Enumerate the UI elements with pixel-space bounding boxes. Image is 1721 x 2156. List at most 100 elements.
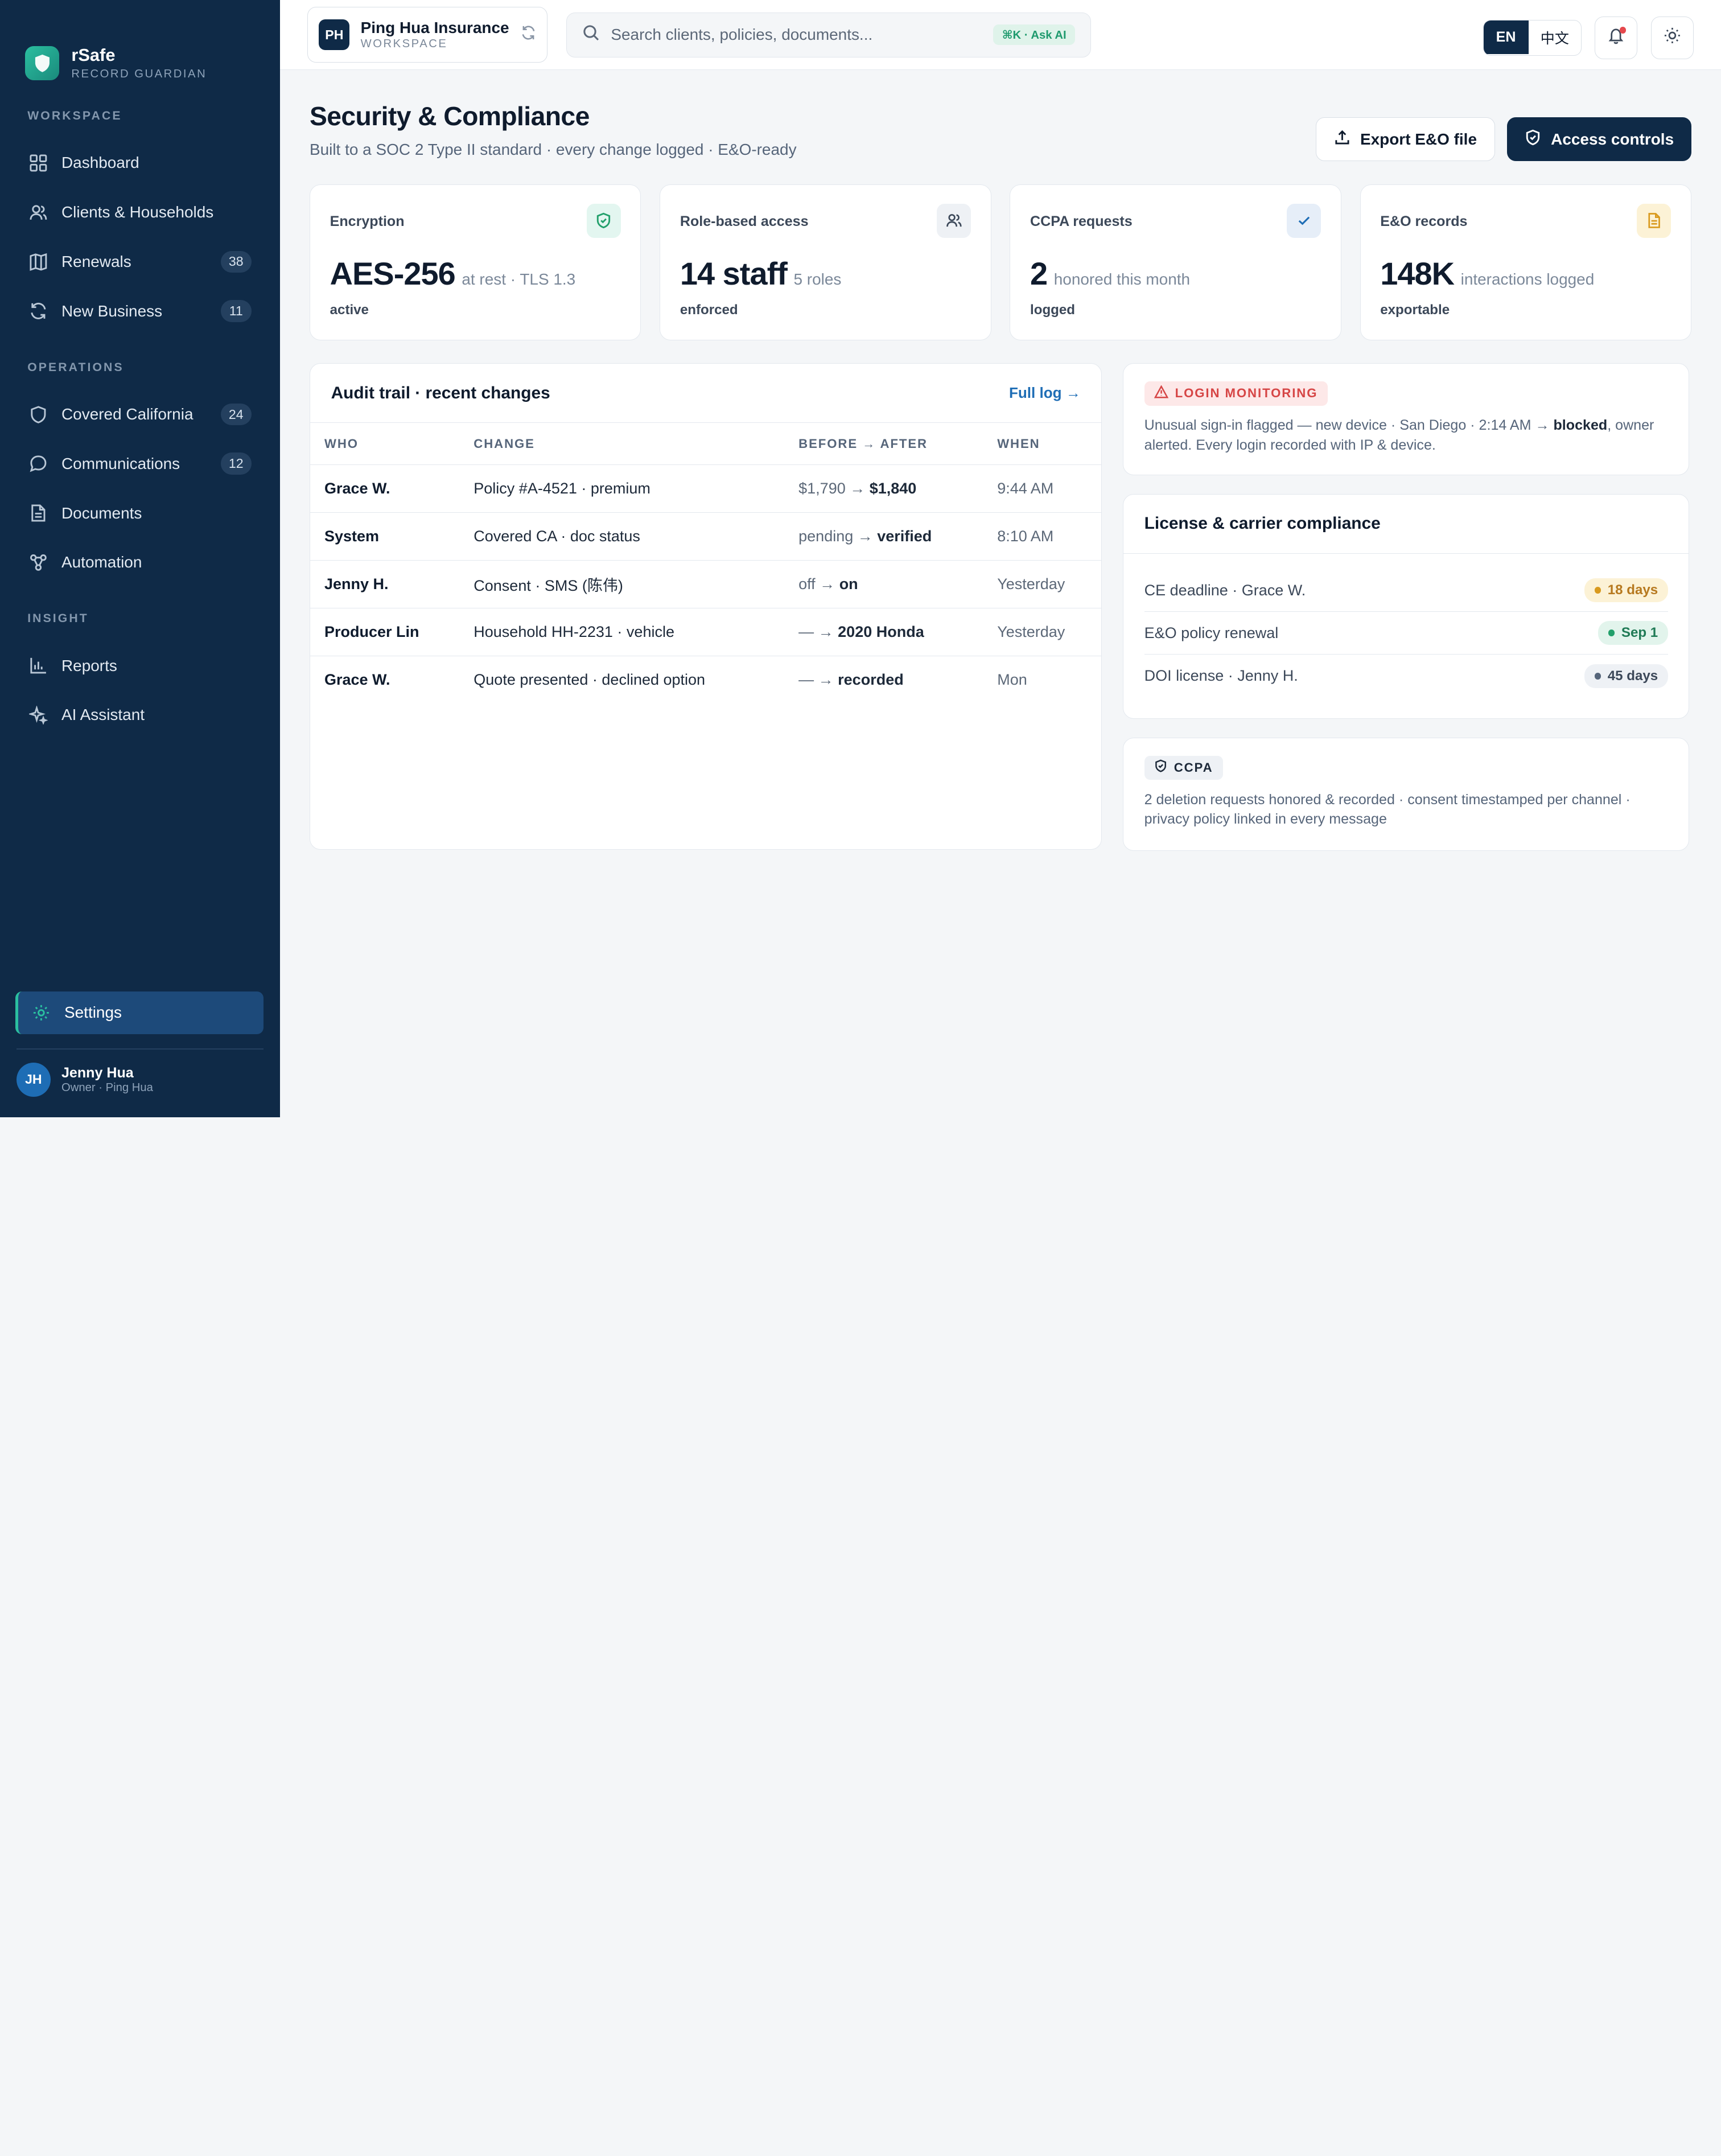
- list-item[interactable]: DOI license · Jenny H. 45 days: [1144, 655, 1668, 697]
- ask-ai-shortcut[interactable]: ⌘K · Ask AI: [993, 24, 1076, 46]
- sidebar-item-documents[interactable]: Documents: [0, 488, 280, 538]
- stat-unit: 5 roles: [793, 270, 842, 289]
- cell-when: Yesterday: [983, 608, 1102, 656]
- login-text-part: Unusual sign-in flagged — new device · S…: [1144, 417, 1554, 433]
- sidebar-item-ai-assistant[interactable]: AI Assistant: [0, 690, 280, 740]
- audit-table: WHO CHANGE BEFORE → AFTER WHEN Grace W. …: [310, 423, 1102, 703]
- map-icon: [28, 252, 48, 272]
- shield-logo-icon: [25, 46, 60, 80]
- column-header: WHEN: [983, 423, 1102, 466]
- status-badge: Sep 1: [1598, 621, 1668, 645]
- license-label: DOI license · Jenny H.: [1144, 667, 1298, 685]
- pill-label: LOGIN MONITORING: [1175, 386, 1318, 401]
- theme-toggle-button[interactable]: [1650, 16, 1694, 60]
- workspace-sub: WORKSPACE: [360, 38, 448, 51]
- brand[interactable]: rSafe RECORD GUARDIAN: [0, 0, 280, 97]
- shield-check-icon: [586, 203, 621, 238]
- shield-check-icon: [1154, 759, 1167, 776]
- stat-value: AES-256: [330, 256, 456, 292]
- search-input[interactable]: Search clients, policies, documents... ⌘…: [566, 12, 1092, 57]
- after-value: on: [839, 575, 858, 593]
- stat-unit: at rest · TLS 1.3: [462, 270, 576, 289]
- table-row[interactable]: Producer Lin Household HH-2231 · vehicle…: [310, 608, 1102, 656]
- workspace-switcher[interactable]: PH Ping Hua Insurance WORKSPACE: [307, 7, 548, 63]
- main-content: PH Ping Hua Insurance WORKSPACE Search c…: [279, 0, 1721, 1117]
- license-compliance-card: License & carrier compliance CE deadline…: [1123, 493, 1690, 719]
- ccpa-card: CCPA 2 deletion requests honored & recor…: [1123, 737, 1690, 851]
- status-dot: [1594, 587, 1601, 594]
- stat-value: 148K: [1380, 256, 1455, 292]
- workspace-badge: PH: [319, 19, 350, 51]
- column-header: WHO: [310, 423, 460, 466]
- lang-zh-button[interactable]: 中文: [1529, 20, 1582, 55]
- badge-text: 45 days: [1607, 668, 1658, 684]
- access-controls-button[interactable]: Access controls: [1507, 117, 1691, 162]
- sidebar-item-new-business[interactable]: New Business 11: [0, 286, 280, 336]
- login-text: Unusual sign-in flagged — new device · S…: [1144, 415, 1668, 455]
- login-monitoring-card: LOGIN MONITORING Unusual sign-in flagged…: [1123, 363, 1690, 476]
- license-title: License & carrier compliance: [1144, 514, 1381, 533]
- upload-icon: [1334, 129, 1351, 150]
- user-profile[interactable]: JH Jenny Hua Owner · Ping Hua: [16, 1062, 153, 1097]
- list-item[interactable]: E&O policy renewal Sep 1: [1144, 612, 1668, 655]
- pill-label: CCPA: [1174, 760, 1213, 775]
- table-row[interactable]: Grace W. Policy #A-4521 · premium $1,790…: [310, 464, 1102, 513]
- sidebar-item-label: Dashboard: [61, 154, 139, 172]
- sidebar-item-label: Communications: [61, 454, 180, 472]
- refresh-icon: [28, 301, 48, 321]
- check-icon: [1287, 203, 1321, 238]
- before-value: pending →: [798, 528, 878, 545]
- export-eo-button[interactable]: Export E&O file: [1315, 117, 1495, 162]
- after-value: 2020 Honda: [838, 623, 924, 640]
- stat-card-eo-records: E&O records 148K interactions logged exp…: [1360, 184, 1691, 340]
- cell-change: Covered CA · doc status: [459, 512, 785, 561]
- stat-label: E&O records: [1380, 213, 1468, 230]
- sidebar-item-renewals[interactable]: Renewals 38: [0, 237, 280, 287]
- sidebar-item-communications[interactable]: Communications 12: [0, 439, 280, 488]
- sidebar-item-label: Renewals: [61, 252, 131, 270]
- stat-label: Role-based access: [680, 213, 809, 230]
- language-toggle: EN 中文: [1483, 19, 1582, 56]
- sidebar-item-label: Settings: [64, 1003, 122, 1022]
- table-row[interactable]: System Covered CA · doc status pending →…: [310, 512, 1102, 561]
- sidebar-item-clients[interactable]: Clients & Households: [0, 188, 280, 237]
- sidebar-item-settings[interactable]: Settings: [15, 991, 263, 1034]
- divider: [16, 1048, 263, 1050]
- stat-status: enforced: [680, 302, 738, 318]
- before-value: — →: [798, 671, 838, 689]
- search-icon: [582, 24, 600, 46]
- table-row[interactable]: Grace W. Quote presented · declined opti…: [310, 656, 1101, 703]
- sidebar-item-dashboard[interactable]: Dashboard: [0, 138, 280, 188]
- stat-label: CCPA requests: [1030, 213, 1133, 230]
- login-text-bold: blocked: [1553, 417, 1608, 433]
- cell-before-after: — → 2020 Honda: [784, 608, 983, 656]
- stat-unit: interactions logged: [1460, 270, 1595, 289]
- cell-before-after: — → recorded: [784, 656, 983, 703]
- count-badge: 24: [220, 403, 252, 426]
- ccpa-text: 2 deletion requests honored & recorded ·…: [1144, 791, 1631, 828]
- users-icon: [28, 203, 48, 223]
- sidebar-item-covered-california[interactable]: Covered California 24: [0, 390, 280, 439]
- stat-card-ccpa: CCPA requests 2 honored this month logge…: [1010, 184, 1341, 340]
- count-badge: 38: [220, 250, 252, 273]
- before-value: off →: [798, 575, 839, 593]
- cell-who: Jenny H.: [310, 560, 460, 608]
- notifications-button[interactable]: [1595, 16, 1638, 60]
- table-row[interactable]: Jenny H. Consent · SMS (陈伟) off → on Yes…: [310, 560, 1102, 608]
- search-placeholder: Search clients, policies, documents...: [611, 26, 873, 44]
- sidebar-item-reports[interactable]: Reports: [0, 641, 280, 690]
- before-value: — →: [798, 623, 838, 640]
- list-item[interactable]: CE deadline · Grace W. 18 days: [1144, 569, 1668, 612]
- full-log-link[interactable]: Full log →: [1009, 384, 1081, 402]
- nav-section-insight: INSIGHT: [27, 612, 89, 626]
- cell-who: Grace W.: [310, 464, 460, 513]
- sidebar-item-automation[interactable]: Automation: [0, 538, 280, 587]
- switch-icon: [521, 24, 536, 45]
- stat-status: active: [330, 302, 369, 318]
- workspace-name: Ping Hua Insurance: [360, 19, 509, 37]
- license-label: E&O policy renewal: [1144, 624, 1279, 641]
- lang-en-button[interactable]: EN: [1483, 20, 1529, 55]
- page-subtitle: Built to a SOC 2 Type II standard · ever…: [309, 140, 797, 158]
- document-icon: [28, 503, 48, 523]
- sidebar-item-label: Automation: [61, 553, 142, 571]
